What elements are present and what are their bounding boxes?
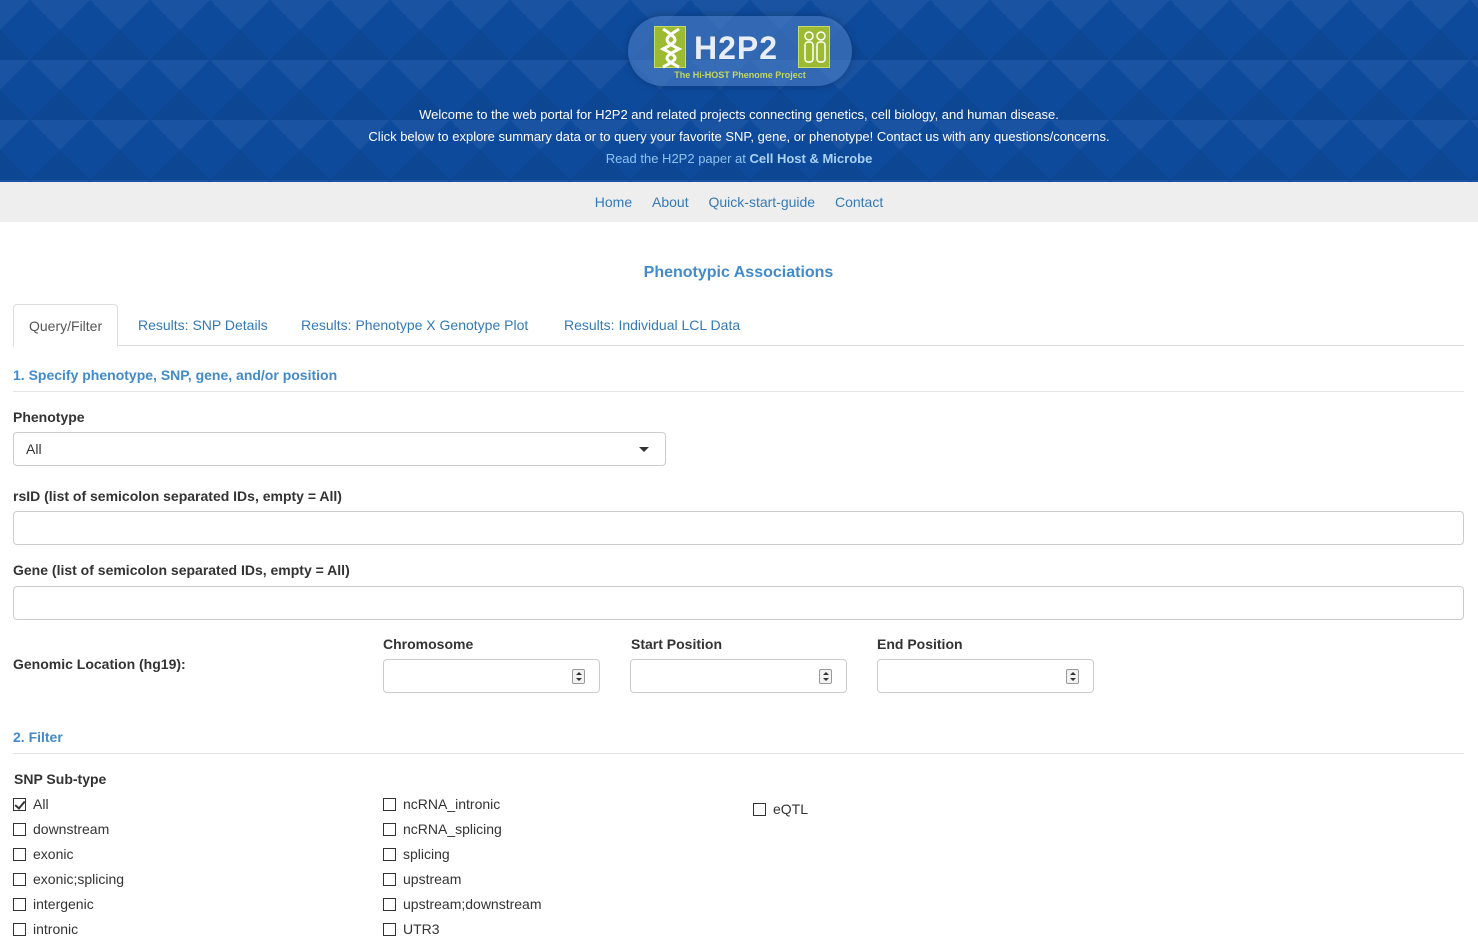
checkbox-label: upstream;downstream <box>403 896 542 912</box>
checkbox-label: All <box>33 796 49 812</box>
checkbox-exonic-splicing[interactable]: exonic;splicing <box>13 870 124 888</box>
checkbox-upstream-downstream[interactable]: upstream;downstream <box>383 895 542 913</box>
checkbox-label: splicing <box>403 846 450 862</box>
phenotype-label: Phenotype <box>13 409 85 425</box>
section-1-title: 1. Specify phenotype, SNP, gene, and/or … <box>13 367 1464 392</box>
checkbox-exonic[interactable]: exonic <box>13 845 73 863</box>
gene-input[interactable] <box>13 586 1464 620</box>
paper-text: Read the H2P2 paper at Cell Host & Micro… <box>0 151 1478 166</box>
checkbox-box[interactable] <box>753 803 766 816</box>
spinner-icon[interactable] <box>572 669 585 684</box>
checkbox-utr3[interactable]: UTR3 <box>383 920 440 938</box>
checkbox-intronic[interactable]: intronic <box>13 920 78 938</box>
header-banner: H2P2 The Hi-HOST Phenome Project Welcome… <box>0 0 1478 182</box>
checkbox-eqtl[interactable]: eQTL <box>753 800 808 818</box>
checkbox-label: ncRNA_intronic <box>403 796 501 812</box>
checkbox-ncrna-splicing[interactable]: ncRNA_splicing <box>383 820 502 838</box>
checkbox-label: upstream <box>403 871 462 887</box>
section-2-title: 2. Filter <box>13 729 1464 754</box>
rsid-label: rsID (list of semicolon separated IDs, e… <box>13 488 342 504</box>
spinner-icon[interactable] <box>1066 669 1079 684</box>
checkbox-all[interactable]: All <box>13 795 49 813</box>
chevron-down-icon <box>639 447 649 452</box>
checkbox-box[interactable] <box>383 923 396 936</box>
checkbox-label: eQTL <box>773 801 809 817</box>
checkbox-box[interactable] <box>13 798 26 811</box>
h2p2-logo[interactable]: H2P2 The Hi-HOST Phenome Project <box>628 16 852 86</box>
tab-phenotype-genotype-plot[interactable]: Results: Phenotype X Genotype Plot <box>286 304 543 346</box>
logo-subtitle: The Hi-HOST Phenome Project <box>674 70 806 80</box>
checkbox-box[interactable] <box>383 873 396 886</box>
checkbox-ncrna-intronic[interactable]: ncRNA_intronic <box>383 795 500 813</box>
tab-individual-lcl-data[interactable]: Results: Individual LCL Data <box>549 304 755 346</box>
checkbox-label: exonic;splicing <box>33 871 125 887</box>
gene-label: Gene (list of semicolon separated IDs, e… <box>13 562 350 578</box>
checkbox-intergenic[interactable]: intergenic <box>13 895 94 913</box>
explore-text: Click below to explore summary data or t… <box>368 129 1110 144</box>
navbar: Home About Quick-start-guide Contact <box>0 182 1478 222</box>
paper-prefix: Read the H2P2 paper at <box>605 151 750 166</box>
page-title: Phenotypic Associations <box>643 264 834 281</box>
nav-home[interactable]: Home <box>595 194 632 210</box>
checkbox-box[interactable] <box>383 898 396 911</box>
logo-text: H2P2 <box>694 30 779 66</box>
main-content: Phenotypic Associations Query/Filter Res… <box>0 264 1478 946</box>
end-position-label: End Position <box>877 636 963 652</box>
start-position-input[interactable] <box>630 659 847 693</box>
checkbox-box[interactable] <box>13 898 26 911</box>
people-icon <box>798 26 830 68</box>
tab-query-filter[interactable]: Query/Filter <box>13 304 119 347</box>
tab-snp-details[interactable]: Results: SNP Details <box>123 304 283 346</box>
phenotype-selected-value: All <box>26 441 42 457</box>
chromosome-label: Chromosome <box>383 636 474 652</box>
phenotype-select[interactable]: All <box>13 432 666 466</box>
rsid-input[interactable] <box>13 511 1464 545</box>
checkbox-downstream[interactable]: downstream <box>13 820 109 838</box>
checkbox-label: exonic <box>33 846 74 862</box>
snp-subtype-label: SNP Sub-type <box>14 771 107 787</box>
checkbox-upstream[interactable]: upstream <box>383 870 461 888</box>
checkbox-box[interactable] <box>13 923 26 936</box>
checkbox-label: downstream <box>33 821 110 837</box>
checkbox-label: intergenic <box>33 896 94 912</box>
checkbox-box[interactable] <box>13 873 26 886</box>
tab-bar: Query/Filter Results: SNP Details Result… <box>13 304 1464 347</box>
end-position-input[interactable] <box>877 659 1094 693</box>
spinner-icon[interactable] <box>819 669 832 684</box>
chromosome-input[interactable] <box>383 659 600 693</box>
checkbox-label: ncRNA_splicing <box>403 821 502 837</box>
checkbox-label: UTR3 <box>403 921 440 937</box>
genomic-location-label: Genomic Location (hg19): <box>13 656 186 672</box>
welcome-text: Welcome to the web portal for H2P2 and r… <box>419 107 1059 122</box>
dna-icon <box>654 26 686 69</box>
paper-link[interactable]: Cell Host & Microbe <box>750 151 873 166</box>
nav-quick-start-guide[interactable]: Quick-start-guide <box>709 194 816 210</box>
checkbox-box[interactable] <box>383 798 396 811</box>
checkbox-splicing[interactable]: splicing <box>383 845 450 863</box>
start-position-label: Start Position <box>631 636 723 652</box>
nav-contact[interactable]: Contact <box>835 194 883 210</box>
checkbox-label: intronic <box>33 921 79 937</box>
checkbox-box[interactable] <box>13 823 26 836</box>
checkbox-box[interactable] <box>383 823 396 836</box>
checkbox-box[interactable] <box>13 848 26 861</box>
checkbox-box[interactable] <box>383 848 396 861</box>
nav-about[interactable]: About <box>652 194 689 210</box>
